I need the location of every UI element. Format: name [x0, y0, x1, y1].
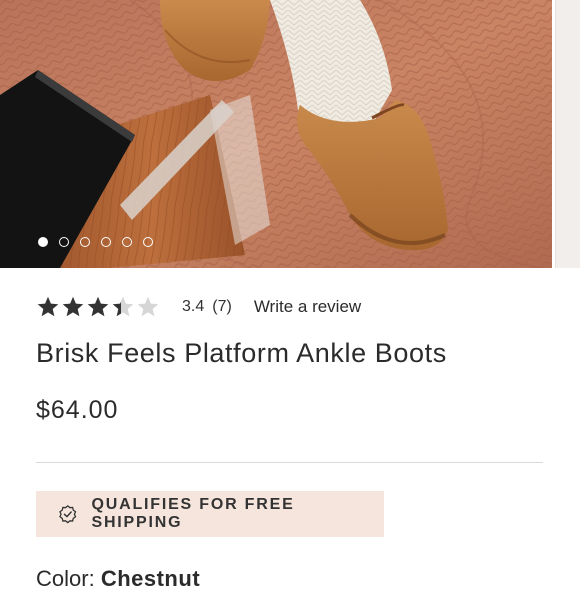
- gallery-dot[interactable]: [143, 237, 153, 247]
- gallery-dot[interactable]: [80, 237, 90, 247]
- color-label: Color:: [36, 566, 95, 591]
- product-image[interactable]: [0, 0, 552, 268]
- star-icon: [37, 296, 59, 317]
- star-rating: [36, 295, 160, 319]
- divider: [36, 462, 543, 463]
- star-icon: [112, 296, 134, 317]
- gallery-dot[interactable]: [59, 237, 69, 247]
- star-icon: [87, 296, 109, 317]
- color-selection-label: Color: Chestnut: [36, 566, 200, 592]
- product-price: $64.00: [36, 396, 119, 424]
- product-image-gallery[interactable]: [0, 0, 580, 268]
- badge-check-icon: [59, 505, 77, 524]
- free-shipping-banner: QUALIFIES FOR FREE SHIPPING: [36, 491, 384, 537]
- gallery-pagination: [38, 237, 153, 247]
- gallery-dot[interactable]: [38, 237, 48, 247]
- gallery-dot[interactable]: [122, 237, 132, 247]
- star-icon: [62, 296, 84, 317]
- star-icon: [137, 296, 159, 317]
- free-shipping-label: QUALIFIES FOR FREE SHIPPING: [91, 496, 295, 531]
- write-review-link[interactable]: Write a review: [254, 297, 361, 317]
- product-title: Brisk Feels Platform Ankle Boots: [36, 338, 447, 368]
- color-value: Chestnut: [100, 566, 201, 591]
- rating-row: 3.4 (7) Write a review: [36, 292, 361, 322]
- review-count[interactable]: (7): [212, 298, 232, 316]
- rating-value: 3.4: [182, 298, 205, 315]
- gallery-dot[interactable]: [101, 237, 111, 247]
- next-image-preview[interactable]: [555, 0, 580, 268]
